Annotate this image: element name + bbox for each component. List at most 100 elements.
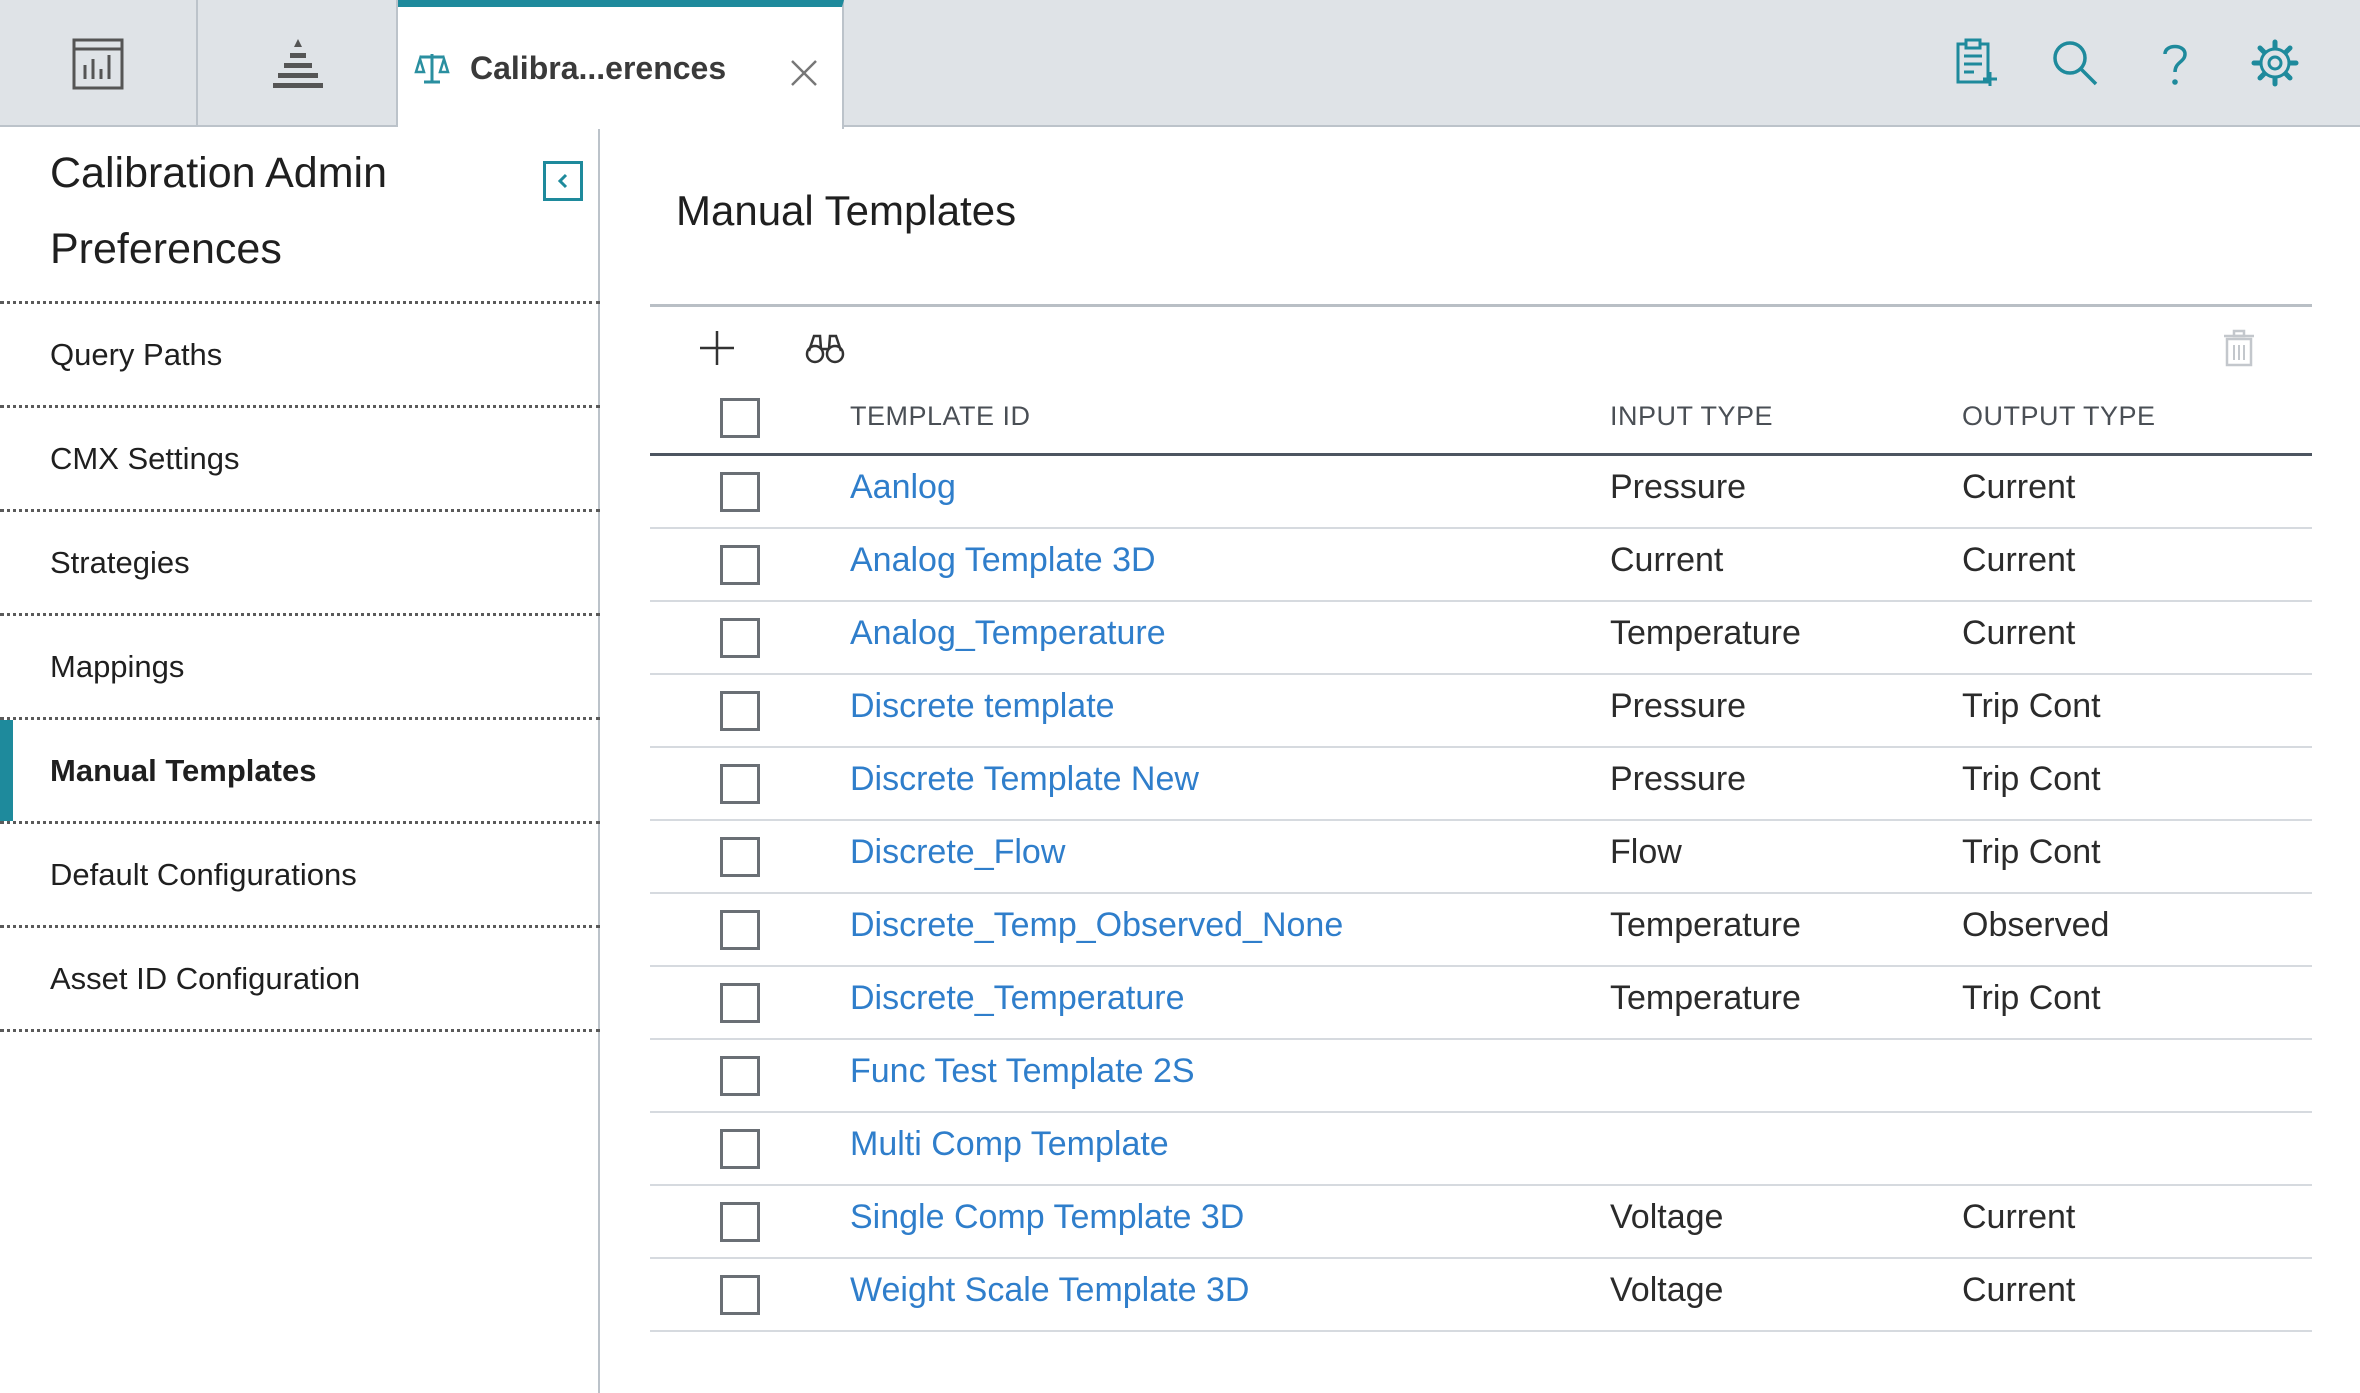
table-row: Analog Template 3D Current Current (650, 529, 2312, 602)
sidebar-item-label: Default Configurations (50, 856, 357, 892)
sidebar-item-label: Strategies (50, 544, 190, 580)
template-id-link[interactable]: Discrete_Temperature (850, 979, 1184, 1018)
top-tab-bar: Calibra...erences (0, 0, 2360, 129)
row-checkbox[interactable] (720, 472, 760, 512)
row-checkbox[interactable] (720, 545, 760, 585)
table-row: Func Test Template 2S (650, 1040, 2312, 1113)
table-header: TEMPLATE ID INPUT TYPE OUTPUT TYPE (650, 381, 2312, 456)
sidebar-item-label: Mappings (50, 648, 185, 684)
sidebar-item-asset-id-configuration[interactable]: Asset ID Configuration (0, 928, 600, 1032)
column-header-output-type[interactable]: OUTPUT TYPE (1962, 401, 2156, 432)
templates-table: TEMPLATE ID INPUT TYPE OUTPUT TYPE Aanlo… (650, 381, 2312, 1332)
column-header-template-id[interactable]: TEMPLATE ID (850, 401, 1031, 432)
sidebar-title: Calibration Admin Preferences (50, 149, 388, 273)
table-row: Discrete template Pressure Trip Cont (650, 675, 2312, 748)
input-type-cell: Pressure (1610, 760, 1747, 798)
table-row: Discrete Template New Pressure Trip Cont (650, 748, 2312, 821)
page-title: Manual Templates (676, 187, 1017, 234)
template-id-link[interactable]: Func Test Template 2S (850, 1052, 1195, 1091)
table-row: Weight Scale Template 3D Voltage Current (650, 1259, 2312, 1332)
tab-dashboard[interactable] (0, 0, 198, 127)
search-icon (2053, 41, 2098, 86)
sidebar-item-label: Query Paths (50, 336, 223, 372)
output-type-cell: Trip Cont (1962, 760, 2101, 798)
output-type-cell: Current (1962, 614, 2076, 652)
dashboard-chart-icon (72, 38, 124, 89)
table-row: Analog_Temperature Temperature Current (650, 602, 2312, 675)
output-type-cell: Trip Cont (1962, 979, 2101, 1017)
template-id-link[interactable]: Discrete_Temp_Observed_None (850, 906, 1343, 945)
template-id-link[interactable]: Analog_Temperature (850, 614, 1166, 653)
close-icon[interactable] (788, 57, 820, 89)
table-row: Discrete_Flow Flow Trip Cont (650, 821, 2312, 894)
clipboard-add-icon (1956, 38, 1997, 86)
divider (650, 304, 2312, 307)
input-type-cell: Current (1610, 541, 1724, 579)
help-button[interactable] (2150, 36, 2200, 90)
input-type-cell: Voltage (1610, 1271, 1724, 1309)
select-all-checkbox[interactable] (720, 398, 760, 438)
help-icon (2163, 44, 2187, 85)
sidebar: Calibration Admin Preferences Query Path… (0, 129, 600, 1393)
sidebar-item-label: Asset ID Configuration (50, 960, 361, 996)
row-checkbox[interactable] (720, 1275, 760, 1315)
row-checkbox[interactable] (720, 1056, 760, 1096)
table-row: Single Comp Template 3D Voltage Current (650, 1186, 2312, 1259)
sidebar-item-manual-templates[interactable]: Manual Templates (0, 720, 600, 824)
row-checkbox[interactable] (720, 764, 760, 804)
row-checkbox[interactable] (720, 1129, 760, 1169)
scales-icon (414, 54, 450, 84)
delete-button[interactable] (2214, 323, 2264, 373)
sidebar-item-cmx-settings[interactable]: CMX Settings (0, 408, 600, 512)
trash-icon (2224, 329, 2254, 367)
input-type-cell: Flow (1610, 833, 1682, 871)
output-type-cell: Observed (1962, 906, 2110, 944)
template-id-link[interactable]: Discrete template (850, 687, 1115, 726)
plus-icon (700, 331, 734, 365)
input-type-cell: Temperature (1610, 906, 1801, 944)
add-template-button[interactable] (692, 323, 742, 373)
tab-calibration-preferences[interactable]: Calibra...erences (398, 0, 844, 129)
sidebar-item-mappings[interactable]: Mappings (0, 616, 600, 720)
global-actions (1950, 36, 2300, 90)
asset-hierarchy-icon (273, 38, 323, 88)
collapse-sidebar-button[interactable] (543, 161, 583, 201)
sidebar-item-label: CMX Settings (50, 440, 240, 476)
table-row: Aanlog Pressure Current (650, 456, 2312, 529)
template-id-link[interactable]: Weight Scale Template 3D (850, 1271, 1249, 1310)
row-checkbox[interactable] (720, 910, 760, 950)
sidebar-item-query-paths[interactable]: Query Paths (0, 304, 600, 408)
row-checkbox[interactable] (720, 1202, 760, 1242)
row-checkbox[interactable] (720, 837, 760, 877)
row-checkbox[interactable] (720, 618, 760, 658)
table-row: Discrete_Temperature Temperature Trip Co… (650, 967, 2312, 1040)
row-checkbox[interactable] (720, 691, 760, 731)
template-id-link[interactable]: Analog Template 3D (850, 541, 1156, 580)
sidebar-item-strategies[interactable]: Strategies (0, 512, 600, 616)
settings-button[interactable] (2250, 36, 2300, 90)
input-type-cell: Temperature (1610, 614, 1801, 652)
output-type-cell: Current (1962, 1271, 2076, 1309)
new-worklist-button[interactable] (1950, 36, 2000, 90)
template-id-link[interactable]: Multi Comp Template (850, 1125, 1169, 1164)
sidebar-item-default-configurations[interactable]: Default Configurations (0, 824, 600, 928)
template-id-link[interactable]: Single Comp Template 3D (850, 1198, 1244, 1237)
template-id-link[interactable]: Discrete Template New (850, 760, 1199, 799)
chevron-left-icon (557, 173, 568, 189)
tab-asset-hierarchy[interactable] (200, 0, 398, 127)
input-type-cell: Pressure (1610, 468, 1747, 506)
table-row: Multi Comp Template (650, 1113, 2312, 1186)
input-type-cell: Temperature (1610, 979, 1801, 1017)
table-row: Discrete_Temp_Observed_None Temperature … (650, 894, 2312, 967)
find-button[interactable] (800, 323, 850, 373)
search-button[interactable] (2050, 36, 2100, 90)
output-type-cell: Trip Cont (1962, 833, 2101, 871)
template-id-link[interactable]: Aanlog (850, 468, 956, 507)
template-id-link[interactable]: Discrete_Flow (850, 833, 1065, 872)
sidebar-item-label: Manual Templates (50, 752, 317, 788)
output-type-cell: Trip Cont (1962, 687, 2101, 725)
gear-icon (2251, 39, 2299, 87)
row-checkbox[interactable] (720, 983, 760, 1023)
column-header-input-type[interactable]: INPUT TYPE (1610, 401, 1773, 432)
output-type-cell: Current (1962, 541, 2076, 579)
